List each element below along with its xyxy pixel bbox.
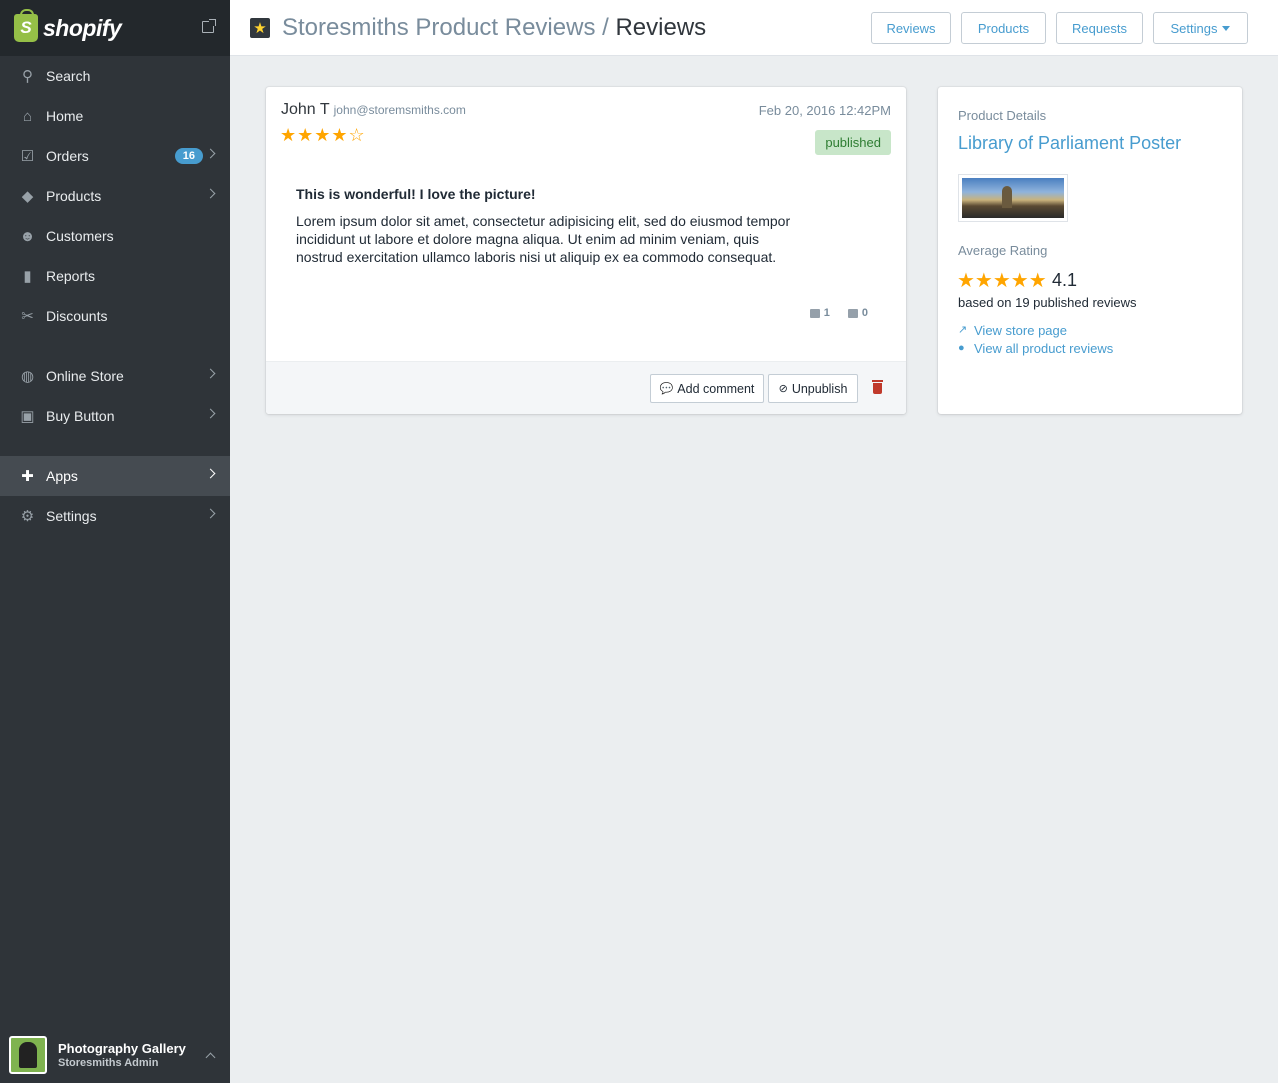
- sidebar-item-label: Settings: [46, 508, 97, 524]
- app-header: ★ Storesmiths Product Reviews / Reviews …: [230, 0, 1278, 56]
- reviews-button[interactable]: Reviews: [871, 12, 951, 44]
- sidebar-item-label: Online Store: [46, 368, 124, 384]
- sidebar-item-label: Home: [46, 108, 84, 124]
- thumbs-down-icon: [847, 308, 858, 318]
- review-title: This is wonderful! I love the picture!: [296, 186, 536, 202]
- puzzle-icon: ✚: [21, 468, 34, 485]
- sidebar-item-label: Apps: [46, 468, 78, 484]
- review-count: based on 19 published reviews: [958, 295, 1137, 310]
- shopify-bag-icon: S: [14, 9, 38, 42]
- product-thumbnail[interactable]: [958, 174, 1068, 222]
- comment-icon: 💬: [659, 383, 674, 395]
- unpublish-button[interactable]: ⊘ Unpublish: [768, 374, 858, 403]
- sidebar: S shopify ⚲ Search ⌂ Home ☑ Orders 16 ◆ …: [0, 0, 230, 1083]
- downvote-count: 0: [861, 307, 868, 319]
- search-icon: ⚲: [22, 68, 33, 85]
- upvote[interactable]: 1: [809, 307, 830, 319]
- orders-icon: ☑: [20, 148, 35, 165]
- average-rating-value: 4.1: [1052, 270, 1078, 290]
- comment-icon: ●: [958, 342, 965, 354]
- sidebar-item-reports[interactable]: ▮ Reports: [0, 256, 230, 296]
- view-all-label: View all product reviews: [974, 341, 1114, 356]
- sidebar-item-discounts[interactable]: ✂ Discounts: [0, 296, 230, 336]
- sidebar-item-products[interactable]: ◆ Products: [0, 176, 230, 216]
- brand-name: shopify: [43, 14, 122, 41]
- review-card: John Tjohn@storemsmiths.com Feb 20, 2016…: [266, 87, 906, 414]
- store-name: Photography Gallery: [58, 1041, 186, 1056]
- current-page: Reviews: [615, 14, 707, 41]
- reviewer: John Tjohn@storemsmiths.com: [281, 101, 466, 119]
- chevron-up-icon: [205, 1052, 216, 1063]
- products-button-label: Products: [977, 20, 1030, 36]
- thumbs-up-icon: [809, 308, 820, 318]
- store-role: Storesmiths Admin: [58, 1057, 159, 1069]
- sidebar-item-orders[interactable]: ☑ Orders 16: [0, 136, 230, 176]
- shopify-logo[interactable]: S shopify: [14, 9, 122, 42]
- downvote[interactable]: 0: [847, 307, 868, 319]
- trash-icon[interactable]: [872, 380, 883, 394]
- reviewer-email: john@storemsmiths.com: [333, 103, 466, 117]
- app-name[interactable]: Storesmiths Product Reviews: [282, 14, 595, 41]
- sidebar-item-settings[interactable]: ⚙ Settings: [0, 496, 230, 536]
- upvote-count: 1: [823, 307, 830, 319]
- sidebar-item-label: Customers: [46, 228, 114, 244]
- sidebar-item-customers[interactable]: ☻ Customers: [0, 216, 230, 256]
- unpublish-label: Unpublish: [791, 381, 848, 396]
- view-store-page-link[interactable]: ↗ View store page: [958, 323, 1067, 338]
- sidebar-item-buy-button[interactable]: ▣ Buy Button: [0, 396, 230, 436]
- store-avatar: [9, 1036, 47, 1074]
- globe-icon: ◍: [20, 368, 35, 385]
- reviewer-name: John T: [281, 101, 330, 118]
- products-button[interactable]: Products: [961, 12, 1046, 44]
- star-app-icon: ★: [250, 18, 270, 38]
- settings-button-label: Settings: [1170, 20, 1218, 36]
- external-link-icon: ↗: [958, 324, 968, 336]
- requests-button[interactable]: Requests: [1056, 12, 1143, 44]
- sidebar-item-search[interactable]: ⚲ Search: [0, 56, 230, 96]
- gear-icon: ⚙: [20, 508, 35, 525]
- product-details-label: Product Details: [958, 108, 1047, 123]
- sidebar-item-label: Search: [46, 68, 91, 84]
- review-card-footer: 💬 Add comment ⊘ Unpublish: [266, 361, 906, 414]
- reviews-button-label: Reviews: [886, 20, 936, 36]
- view-store-label: View store page: [974, 323, 1067, 338]
- average-rating-label: Average Rating: [958, 243, 1048, 258]
- view-all-reviews-link[interactable]: ● View all product reviews: [958, 341, 1113, 356]
- add-comment-button[interactable]: 💬 Add comment: [650, 374, 764, 403]
- sidebar-header: S shopify: [0, 0, 230, 56]
- external-link-icon[interactable]: [202, 19, 216, 33]
- sidebar-item-label: Reports: [46, 268, 96, 284]
- votes: 1 0: [792, 307, 868, 319]
- status-badge: published: [815, 130, 891, 155]
- review-stars: ★★★★☆: [280, 125, 366, 145]
- caret-down-icon: [1222, 25, 1231, 31]
- store-switcher[interactable]: Photography Gallery Storesmiths Admin: [0, 1027, 230, 1083]
- sidebar-item-label: Buy Button: [46, 408, 115, 424]
- add-comment-label: Add comment: [677, 381, 755, 396]
- sidebar-item-online-store[interactable]: ◍ Online Store: [0, 356, 230, 396]
- orders-count-badge: 16: [174, 148, 203, 164]
- product-name-link[interactable]: Library of Parliament Poster: [958, 133, 1181, 154]
- home-icon: ⌂: [22, 107, 33, 125]
- page-title: Storesmiths Product Reviews / Reviews: [282, 14, 706, 42]
- sidebar-item-home[interactable]: ⌂ Home: [0, 96, 230, 136]
- review-body: Lorem ipsum dolor sit amet, consectetur …: [296, 213, 791, 265]
- breadcrumb-separator: /: [602, 14, 609, 41]
- requests-button-label: Requests: [1072, 20, 1127, 36]
- average-rating-stars: ★★★★★: [957, 270, 1047, 292]
- buy-button-icon: ▣: [20, 408, 35, 425]
- tag-icon: ◆: [21, 188, 34, 205]
- sidebar-item-label: Discounts: [46, 308, 108, 324]
- customers-icon: ☻: [19, 227, 36, 245]
- ban-icon: ⊘: [778, 383, 788, 395]
- settings-dropdown-button[interactable]: Settings: [1153, 12, 1248, 44]
- reports-icon: ▮: [23, 268, 32, 285]
- discounts-icon: ✂: [21, 308, 34, 325]
- sidebar-item-apps[interactable]: ✚ Apps: [0, 456, 230, 496]
- product-details-card: Product Details Library of Parliament Po…: [938, 87, 1242, 414]
- sidebar-item-label: Products: [46, 188, 102, 204]
- review-date: Feb 20, 2016 12:42PM: [758, 103, 891, 118]
